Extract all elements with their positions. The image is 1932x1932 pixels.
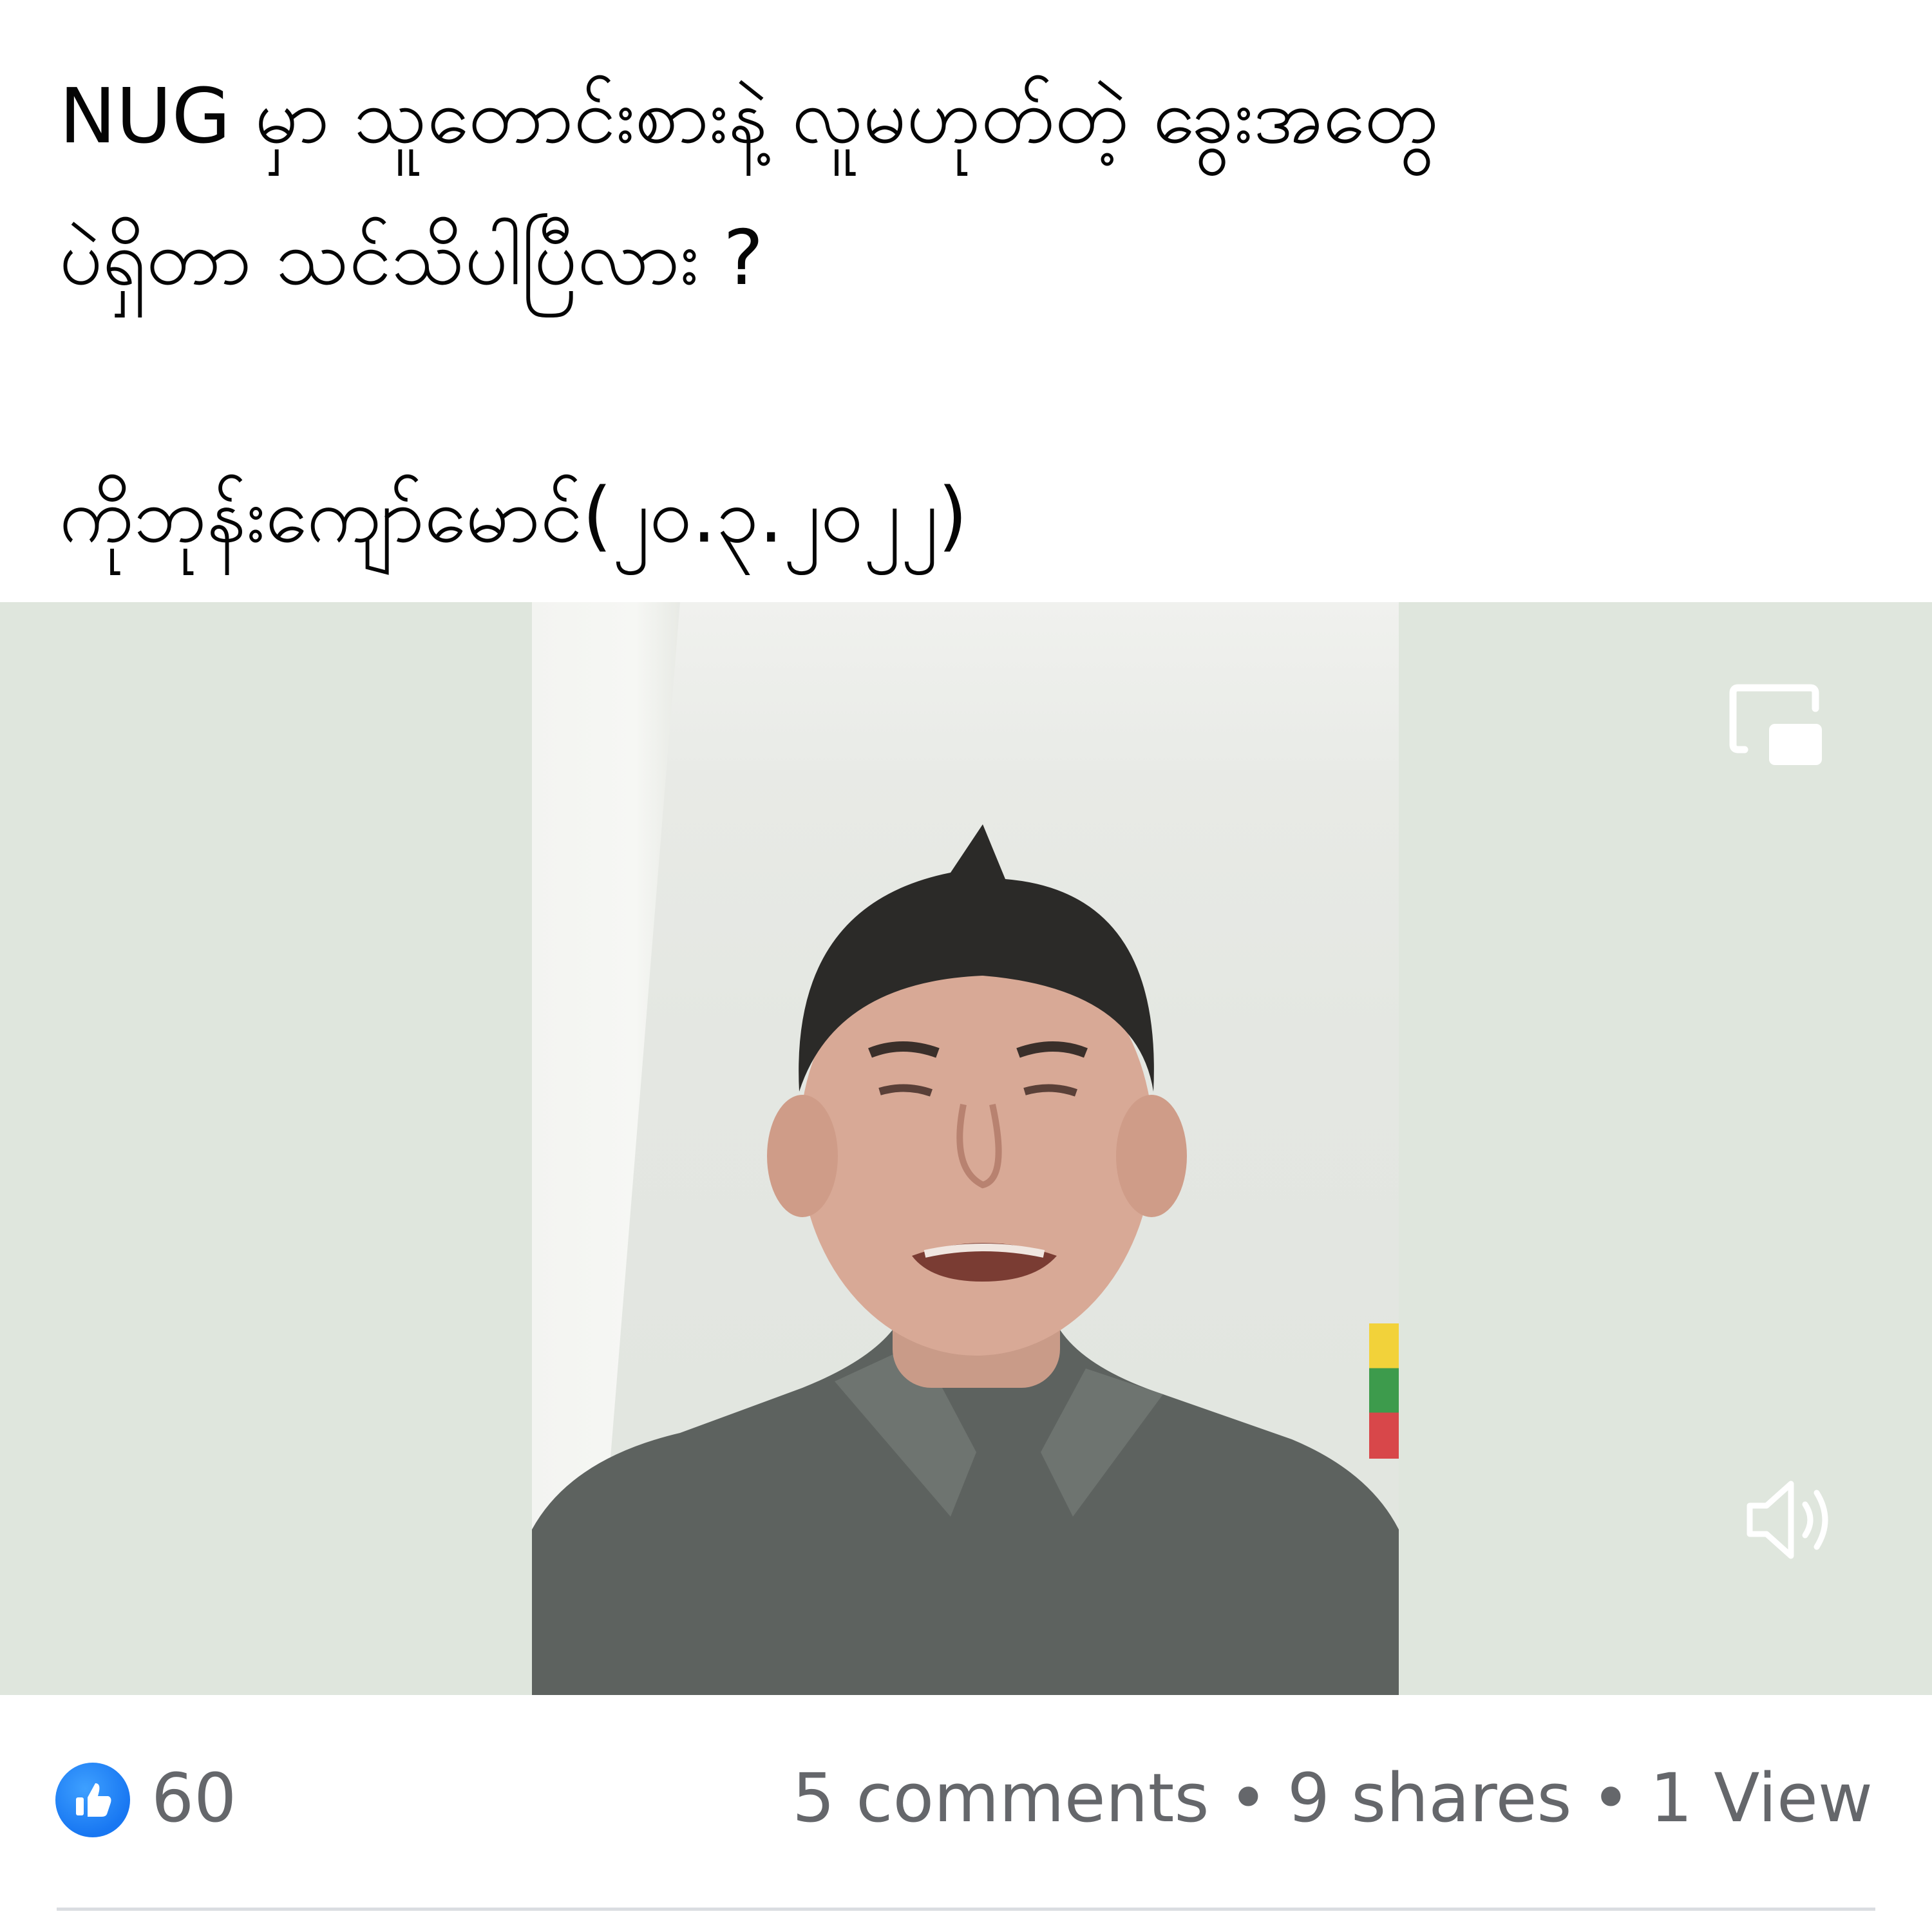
- post-text: NUG မှာ သူတောင်းစားနဲ့ လူမဟုတ်တဲ့ ခွေးအတ…: [59, 45, 1888, 586]
- video-frame[interactable]: [532, 602, 1399, 1695]
- shares-count[interactable]: 9 shares: [1287, 1759, 1572, 1837]
- divider: [57, 1908, 1875, 1911]
- views-count: 1 View: [1649, 1759, 1873, 1837]
- video-speaker: [532, 824, 1399, 1695]
- thumbs-up-icon[interactable]: [55, 1763, 130, 1837]
- post-line-2: ပဲရှိတာ သင်သိပါပြီလား ?: [59, 213, 764, 302]
- post-line-1: NUG မှာ သူတောင်းစားနဲ့ လူမဟုတ်တဲ့ ခွေးအတ…: [59, 71, 1439, 160]
- engagement-summary: 5 comments • 9 shares • 1 View: [792, 1753, 1873, 1843]
- separator-dot: •: [1591, 1759, 1631, 1837]
- volume-icon[interactable]: [1732, 1465, 1842, 1575]
- engagement-bar: 60 5 comments • 9 shares • 1 View: [0, 1695, 1932, 1908]
- post-line-3: ကိုဘုန်းကျော်မောင်(၂၀.၃.၂၀၂၂): [59, 471, 968, 560]
- like-count[interactable]: 60: [151, 1753, 236, 1843]
- video-player[interactable]: [0, 602, 1932, 1695]
- comments-count[interactable]: 5 comments: [792, 1759, 1209, 1837]
- post-spacer: [59, 328, 1888, 444]
- picture-in-picture-icon[interactable]: [1726, 679, 1829, 776]
- separator-dot: •: [1228, 1759, 1268, 1837]
